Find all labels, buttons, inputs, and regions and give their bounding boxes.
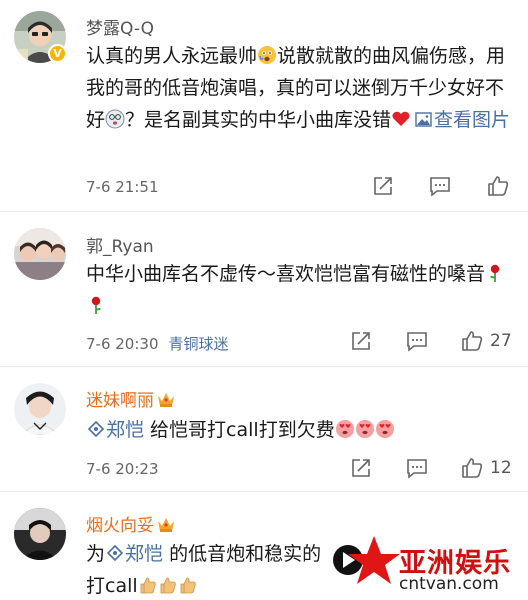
mention-link[interactable]: 郑恺 [86,419,144,441]
like-button[interactable] [460,456,484,480]
like-icon [462,331,483,351]
comment-text-part: 给恺哥打call打到欠费 [144,419,335,441]
thumbs-up-emoji-icon [160,577,176,594]
heart-emoji-icon [392,111,410,126]
like-icon [488,176,509,196]
super-topic-icon [87,420,105,438]
rose-emoji-icon [490,264,500,282]
reply-button[interactable] [405,456,429,480]
dizzy-emoji-icon [105,109,125,129]
comment-text-part: 为 [86,543,106,565]
username-label: 迷妹啊丽 [86,391,154,411]
view-picture-link[interactable]: 查看图片 [411,109,510,131]
view-picture-label: 查看图片 [434,109,511,131]
heart-eyes-emoji-icon [355,420,374,438]
comment-item: V 梦露Q-Q 认真的男人永远最帅 说散就散的曲风偏伤感，用我的哥的低音炮演唱，真… [0,0,528,212]
share-button[interactable] [371,174,395,198]
thumbs-up-emoji-icon [140,577,156,594]
comment-text-part: 认真的男人永远最帅 [86,45,258,67]
comment-text: 认真的男人永远最帅 说散就散的曲风偏伤感，用我的哥的低音炮演唱，真的可以迷倒万千少… [86,40,516,136]
like-count: 12 [490,458,512,478]
thumbs-up-emoji-icon [180,577,196,594]
rose-emoji-icon [91,296,101,314]
username[interactable]: 梦露Q-Q [86,14,154,39]
comment-text-part: 中华小曲库名不虚传～喜欢恺恺富有磁性的嗓音 [86,263,486,285]
verified-badge: V [48,44,67,63]
reply-button[interactable] [428,174,452,198]
comment-icon [407,459,427,479]
comment-time: 7-6 21:51 [86,178,159,196]
comment-text-part: 打call [86,575,138,597]
username-label: 烟火向妥 [86,516,154,536]
like-icon [462,458,483,478]
watermark-domain: cntvan.com [399,574,499,594]
picture-icon [415,112,432,127]
share-button[interactable] [349,456,373,480]
crown-icon [158,518,174,532]
comment-time: 7-6 20:30 [86,335,159,353]
avatar[interactable] [14,508,66,560]
heart-eyes-emoji-icon [375,420,394,438]
share-icon [352,332,370,350]
heart-eyes-emoji-icon [335,420,354,438]
share-icon [374,177,392,195]
comment-text: 郑恺 给恺哥打call打到欠费 [86,414,516,446]
like-button[interactable] [460,329,484,353]
comment-icon [430,177,450,197]
mention-link[interactable]: 郑恺 [105,543,163,565]
comment-text-part: ？是名副其实的中华小曲库没错 [125,109,392,131]
comment-item: 迷妹啊丽 郑恺 给恺哥打call打到欠费 7-6 20:23 12 [0,367,528,492]
comment-icon [407,332,427,352]
crown-icon [158,393,174,407]
fan-tag[interactable]: 青铜球迷 [169,335,229,353]
avatar[interactable] [14,228,66,280]
mention-label: 郑恺 [106,419,145,441]
avatar[interactable] [14,383,66,435]
like-count: 27 [490,331,512,351]
comment-meta: 7-6 20:30 青铜球迷 [86,333,229,354]
comment-time: 7-6 20:23 [86,460,159,478]
mention-label: 郑恺 [125,543,164,565]
share-icon [352,459,370,477]
username[interactable]: 迷妹啊丽 [86,386,176,411]
comment-item: 郭_Ryan 中华小曲库名不虚传～喜欢恺恺富有磁性的嗓音 7-6 20:30 青铜… [0,212,528,367]
comment-text: 中华小曲库名不虚传～喜欢恺恺富有磁性的嗓音 [86,258,516,322]
share-button[interactable] [349,329,373,353]
super-topic-icon [106,544,124,562]
reply-button[interactable] [405,329,429,353]
scared-emoji-icon [258,46,277,64]
comment-text-part: 的低音炮和稳实的 [163,543,322,565]
username[interactable]: 郭_Ryan [86,232,154,257]
like-button[interactable] [486,174,510,198]
username[interactable]: 烟火向妥 [86,511,176,536]
